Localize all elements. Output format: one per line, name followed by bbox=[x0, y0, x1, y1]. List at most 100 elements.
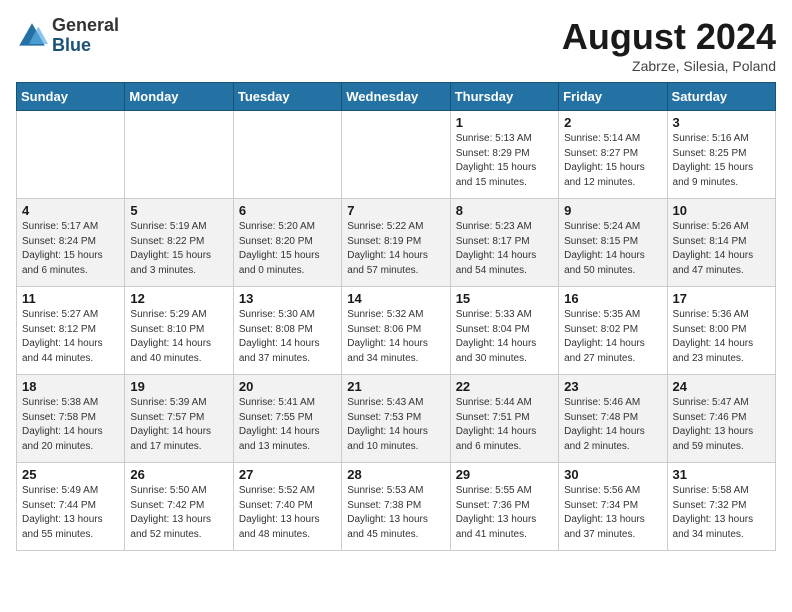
day-info: Sunrise: 5:44 AM Sunset: 7:51 PM Dayligh… bbox=[456, 396, 553, 454]
calendar-week-row: 1 Sunrise: 5:13 AM Sunset: 8:29 PM Daylig… bbox=[17, 111, 776, 199]
calendar-cell: 1 Sunrise: 5:13 AM Sunset: 8:29 PM Daylig… bbox=[450, 111, 558, 199]
weekday-header-wednesday: Wednesday bbox=[342, 83, 450, 111]
day-number: 26 bbox=[130, 467, 227, 482]
weekday-header-tuesday: Tuesday bbox=[233, 83, 341, 111]
weekday-header-thursday: Thursday bbox=[450, 83, 558, 111]
day-info: Sunrise: 5:24 AM Sunset: 8:15 PM Dayligh… bbox=[564, 220, 661, 278]
weekday-header-monday: Monday bbox=[125, 83, 233, 111]
day-number: 9 bbox=[564, 203, 661, 218]
calendar-cell: 22 Sunrise: 5:44 AM Sunset: 7:51 PM Dayli… bbox=[450, 375, 558, 463]
calendar-cell: 28 Sunrise: 5:53 AM Sunset: 7:38 PM Dayli… bbox=[342, 463, 450, 551]
calendar-cell: 13 Sunrise: 5:30 AM Sunset: 8:08 PM Dayli… bbox=[233, 287, 341, 375]
day-number: 19 bbox=[130, 379, 227, 394]
calendar-cell: 25Sunrise: 5:49 AM Sunset: 7:44 PM Dayli… bbox=[17, 463, 125, 551]
day-info: Sunrise: 5:35 AM Sunset: 8:02 PM Dayligh… bbox=[564, 308, 661, 366]
calendar-cell: 29Sunrise: 5:55 AM Sunset: 7:36 PM Dayli… bbox=[450, 463, 558, 551]
day-number: 14 bbox=[347, 291, 444, 306]
day-info: Sunrise: 5:58 AM Sunset: 7:32 PM Dayligh… bbox=[673, 484, 770, 542]
calendar-cell bbox=[233, 111, 341, 199]
logo-general-text: General bbox=[52, 15, 119, 35]
weekday-header-row: SundayMondayTuesdayWednesdayThursdayFrid… bbox=[17, 83, 776, 111]
day-info: Sunrise: 5:17 AM Sunset: 8:24 PM Dayligh… bbox=[22, 220, 119, 278]
day-info: Sunrise: 5:33 AM Sunset: 8:04 PM Dayligh… bbox=[456, 308, 553, 366]
day-info: Sunrise: 5:41 AM Sunset: 7:55 PM Dayligh… bbox=[239, 396, 336, 454]
day-number: 2 bbox=[564, 115, 661, 130]
calendar-cell: 23Sunrise: 5:46 AM Sunset: 7:48 PM Dayli… bbox=[559, 375, 667, 463]
calendar-cell: 30 Sunrise: 5:56 AM Sunset: 7:34 PM Dayli… bbox=[559, 463, 667, 551]
calendar-week-row: 18 Sunrise: 5:38 AM Sunset: 7:58 PM Dayli… bbox=[17, 375, 776, 463]
calendar-week-row: 11 Sunrise: 5:27 AM Sunset: 8:12 PM Dayli… bbox=[17, 287, 776, 375]
calendar-cell: 24 Sunrise: 5:47 AM Sunset: 7:46 PM Dayli… bbox=[667, 375, 775, 463]
calendar-cell bbox=[125, 111, 233, 199]
calendar-cell bbox=[17, 111, 125, 199]
day-number: 20 bbox=[239, 379, 336, 394]
calendar-cell: 11 Sunrise: 5:27 AM Sunset: 8:12 PM Dayli… bbox=[17, 287, 125, 375]
weekday-header-friday: Friday bbox=[559, 83, 667, 111]
day-info: Sunrise: 5:47 AM Sunset: 7:46 PM Dayligh… bbox=[673, 396, 770, 454]
day-number: 12 bbox=[130, 291, 227, 306]
calendar-cell: 9 Sunrise: 5:24 AM Sunset: 8:15 PM Daylig… bbox=[559, 199, 667, 287]
calendar-cell: 31 Sunrise: 5:58 AM Sunset: 7:32 PM Dayli… bbox=[667, 463, 775, 551]
calendar-cell: 4Sunrise: 5:17 AM Sunset: 8:24 PM Daylig… bbox=[17, 199, 125, 287]
day-info: Sunrise: 5:19 AM Sunset: 8:22 PM Dayligh… bbox=[130, 220, 227, 278]
day-number: 31 bbox=[673, 467, 770, 482]
calendar-cell: 3Sunrise: 5:16 AM Sunset: 8:25 PM Daylig… bbox=[667, 111, 775, 199]
day-info: Sunrise: 5:50 AM Sunset: 7:42 PM Dayligh… bbox=[130, 484, 227, 542]
day-info: Sunrise: 5:38 AM Sunset: 7:58 PM Dayligh… bbox=[22, 396, 119, 454]
weekday-header-saturday: Saturday bbox=[667, 83, 775, 111]
title-block: August 2024 Zabrze, Silesia, Poland bbox=[562, 16, 776, 74]
weekday-header-sunday: Sunday bbox=[17, 83, 125, 111]
day-info: Sunrise: 5:20 AM Sunset: 8:20 PM Dayligh… bbox=[239, 220, 336, 278]
calendar-week-row: 4Sunrise: 5:17 AM Sunset: 8:24 PM Daylig… bbox=[17, 199, 776, 287]
day-number: 10 bbox=[673, 203, 770, 218]
day-info: Sunrise: 5:26 AM Sunset: 8:14 PM Dayligh… bbox=[673, 220, 770, 278]
day-number: 25 bbox=[22, 467, 119, 482]
calendar-cell: 6 Sunrise: 5:20 AM Sunset: 8:20 PM Daylig… bbox=[233, 199, 341, 287]
day-info: Sunrise: 5:27 AM Sunset: 8:12 PM Dayligh… bbox=[22, 308, 119, 366]
day-info: Sunrise: 5:53 AM Sunset: 7:38 PM Dayligh… bbox=[347, 484, 444, 542]
calendar-cell: 10 Sunrise: 5:26 AM Sunset: 8:14 PM Dayli… bbox=[667, 199, 775, 287]
calendar-cell: 16Sunrise: 5:35 AM Sunset: 8:02 PM Dayli… bbox=[559, 287, 667, 375]
calendar-cell: 21 Sunrise: 5:43 AM Sunset: 7:53 PM Dayli… bbox=[342, 375, 450, 463]
calendar-cell: 15 Sunrise: 5:33 AM Sunset: 8:04 PM Dayli… bbox=[450, 287, 558, 375]
day-number: 13 bbox=[239, 291, 336, 306]
day-info: Sunrise: 5:36 AM Sunset: 8:00 PM Dayligh… bbox=[673, 308, 770, 366]
calendar-cell: 12Sunrise: 5:29 AM Sunset: 8:10 PM Dayli… bbox=[125, 287, 233, 375]
day-number: 24 bbox=[673, 379, 770, 394]
day-number: 6 bbox=[239, 203, 336, 218]
day-number: 15 bbox=[456, 291, 553, 306]
calendar-cell: 2 Sunrise: 5:14 AM Sunset: 8:27 PM Daylig… bbox=[559, 111, 667, 199]
logo-icon bbox=[16, 20, 48, 52]
location-text: Zabrze, Silesia, Poland bbox=[562, 58, 776, 74]
day-info: Sunrise: 5:55 AM Sunset: 7:36 PM Dayligh… bbox=[456, 484, 553, 542]
calendar-cell: 19 Sunrise: 5:39 AM Sunset: 7:57 PM Dayli… bbox=[125, 375, 233, 463]
day-number: 11 bbox=[22, 291, 119, 306]
calendar-week-row: 25Sunrise: 5:49 AM Sunset: 7:44 PM Dayli… bbox=[17, 463, 776, 551]
calendar-cell: 18 Sunrise: 5:38 AM Sunset: 7:58 PM Dayli… bbox=[17, 375, 125, 463]
day-info: Sunrise: 5:16 AM Sunset: 8:25 PM Dayligh… bbox=[673, 132, 770, 190]
day-number: 27 bbox=[239, 467, 336, 482]
calendar-cell bbox=[342, 111, 450, 199]
day-info: Sunrise: 5:13 AM Sunset: 8:29 PM Dayligh… bbox=[456, 132, 553, 190]
calendar-cell: 27Sunrise: 5:52 AM Sunset: 7:40 PM Dayli… bbox=[233, 463, 341, 551]
calendar-cell: 5Sunrise: 5:19 AM Sunset: 8:22 PM Daylig… bbox=[125, 199, 233, 287]
day-number: 1 bbox=[456, 115, 553, 130]
day-number: 22 bbox=[456, 379, 553, 394]
day-number: 28 bbox=[347, 467, 444, 482]
day-number: 30 bbox=[564, 467, 661, 482]
day-info: Sunrise: 5:56 AM Sunset: 7:34 PM Dayligh… bbox=[564, 484, 661, 542]
day-info: Sunrise: 5:32 AM Sunset: 8:06 PM Dayligh… bbox=[347, 308, 444, 366]
day-number: 18 bbox=[22, 379, 119, 394]
calendar-table: SundayMondayTuesdayWednesdayThursdayFrid… bbox=[16, 82, 776, 551]
day-info: Sunrise: 5:30 AM Sunset: 8:08 PM Dayligh… bbox=[239, 308, 336, 366]
day-info: Sunrise: 5:14 AM Sunset: 8:27 PM Dayligh… bbox=[564, 132, 661, 190]
month-title: August 2024 bbox=[562, 16, 776, 58]
day-number: 23 bbox=[564, 379, 661, 394]
day-number: 21 bbox=[347, 379, 444, 394]
day-number: 17 bbox=[673, 291, 770, 306]
logo: General Blue bbox=[16, 16, 119, 56]
day-info: Sunrise: 5:39 AM Sunset: 7:57 PM Dayligh… bbox=[130, 396, 227, 454]
calendar-cell: 8Sunrise: 5:23 AM Sunset: 8:17 PM Daylig… bbox=[450, 199, 558, 287]
day-number: 7 bbox=[347, 203, 444, 218]
day-info: Sunrise: 5:43 AM Sunset: 7:53 PM Dayligh… bbox=[347, 396, 444, 454]
